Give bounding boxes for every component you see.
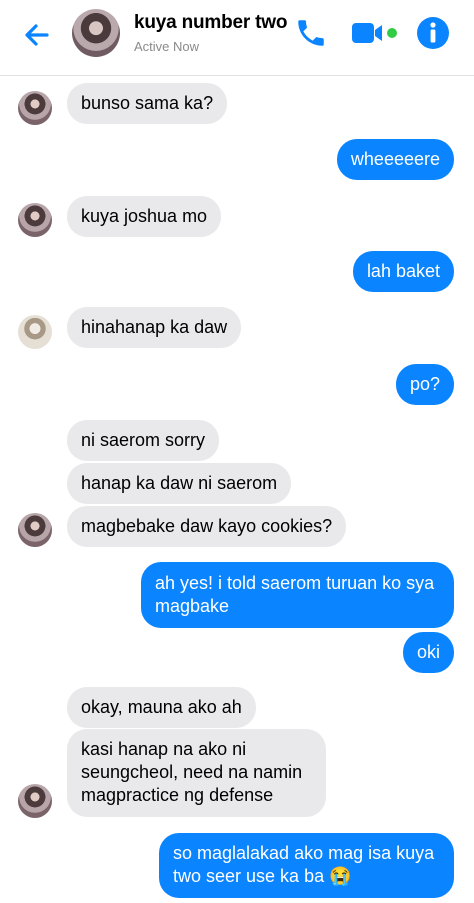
- contact-name[interactable]: kuya number two: [134, 12, 287, 34]
- outgoing-message[interactable]: wheeeeere: [336, 139, 454, 180]
- incoming-message[interactable]: kuya joshua mo: [67, 196, 222, 237]
- video-camera-icon: [352, 23, 397, 43]
- chat-header: kuya number two Active Now: [0, 0, 474, 76]
- video-call-button[interactable]: [350, 20, 400, 46]
- outgoing-message[interactable]: oki: [402, 632, 454, 673]
- incoming-message[interactable]: hanap ka daw ni saerom: [67, 463, 292, 504]
- active-status: Active Now: [134, 39, 200, 54]
- incoming-message[interactable]: hinahanap ka daw: [67, 307, 242, 348]
- back-button[interactable]: [20, 18, 54, 52]
- incoming-message[interactable]: magbebake daw kayo cookies?: [67, 506, 347, 547]
- info-icon: [417, 17, 449, 49]
- contact-avatar-small[interactable]: [18, 513, 52, 547]
- outgoing-message[interactable]: po?: [395, 364, 454, 405]
- contact-avatar-small[interactable]: [18, 784, 52, 818]
- contact-avatar-small[interactable]: [18, 203, 52, 237]
- back-arrow-icon: [25, 24, 49, 46]
- info-button[interactable]: [414, 14, 452, 52]
- contact-avatar-small[interactable]: [18, 91, 52, 125]
- call-button[interactable]: [294, 16, 328, 50]
- incoming-message[interactable]: ni saerom sorry: [67, 420, 220, 461]
- incoming-message[interactable]: kasi hanap na ako ni seungcheol, need na…: [67, 729, 326, 817]
- incoming-message[interactable]: bunso sama ka?: [67, 83, 228, 124]
- phone-icon: [298, 20, 324, 46]
- outgoing-message[interactable]: ah yes! i told saerom turuan ko sya magb…: [141, 562, 454, 628]
- outgoing-message[interactable]: lah baket: [352, 251, 454, 292]
- contact-avatar[interactable]: [72, 9, 120, 57]
- incoming-message[interactable]: okay, mauna ako ah: [67, 687, 256, 728]
- outgoing-message[interactable]: so maglalakad ako mag isa kuya two seer …: [159, 833, 454, 898]
- contact-avatar-small[interactable]: [18, 315, 52, 349]
